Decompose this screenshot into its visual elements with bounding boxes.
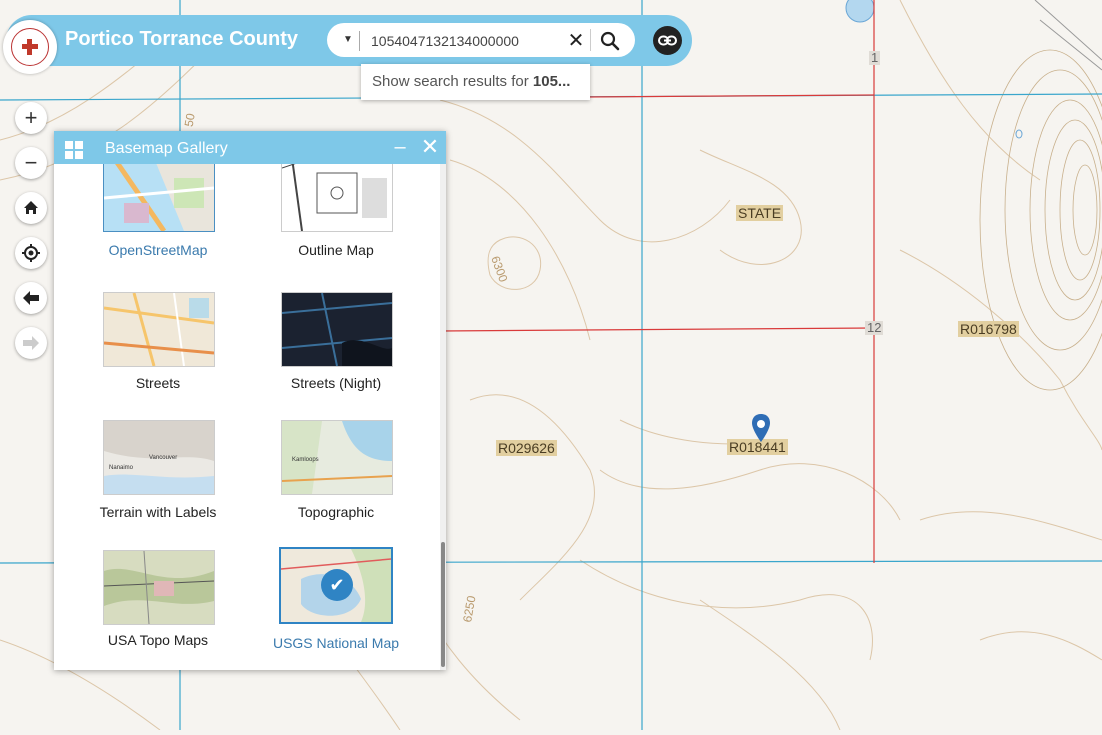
home-icon [24, 201, 38, 214]
basemap-thumbnail [281, 164, 393, 232]
basemap-item-streets-night[interactable]: Streets (Night) [251, 292, 421, 391]
clear-search-button[interactable]: ✕ [564, 29, 588, 53]
search-source-dropdown[interactable]: ▼ [339, 32, 357, 50]
svg-text:Nanaimo: Nanaimo [109, 465, 134, 471]
locate-icon [22, 244, 40, 262]
section-number: 12 [865, 320, 884, 335]
basemap-label: USGS National Map [272, 635, 400, 651]
checkmark-icon: ✔ [321, 569, 353, 601]
contour-label: 50 [181, 112, 198, 128]
basemap-item-outline[interactable]: Outline Map [251, 164, 421, 260]
basemap-thumbnail: Kamloops [281, 420, 393, 495]
basemap-thumbnail: ✔ [279, 547, 393, 624]
home-button[interactable] [15, 192, 47, 224]
scrollbar[interactable] [440, 164, 446, 670]
map-label-parcel: R029626 [496, 440, 557, 456]
basemap-label: Topographic [297, 504, 375, 520]
basemap-item-streets[interactable]: Streets [73, 292, 243, 391]
map-label-parcel: R016798 [958, 321, 1019, 337]
basemap-label: Outline Map [298, 242, 374, 258]
search-box: ▼ ✕ [327, 23, 635, 57]
basemap-thumbnail [103, 164, 215, 232]
basemap-item-topographic[interactable]: Kamloops Topographic [251, 420, 421, 540]
basemap-label: Streets [135, 375, 181, 391]
basemap-thumbnail [103, 550, 215, 625]
basemap-item-usa-topo[interactable]: USA Topo Maps [73, 549, 243, 649]
basemap-thumbnail: Nanaimo Vancouver [103, 420, 215, 495]
basemap-label: Streets (Night) [290, 375, 382, 391]
search-suggestion[interactable]: Show search results for 105... [361, 64, 590, 100]
basemap-label: USA Topo Maps [107, 632, 209, 648]
search-icon [600, 31, 620, 51]
section-number: 1 [869, 50, 881, 65]
basemap-list[interactable]: OpenStreetMap Outline Map Streets Street… [54, 164, 438, 670]
arrow-right-icon [23, 336, 39, 350]
zoom-out-button[interactable]: − [15, 147, 47, 179]
panel-title: Basemap Gallery [105, 140, 228, 157]
basemap-thumbnail [281, 292, 393, 367]
map-pin-icon[interactable] [751, 414, 771, 444]
panel-header[interactable]: Basemap Gallery – ✕ [54, 131, 446, 164]
basemap-label: OpenStreetMap [108, 242, 208, 258]
close-button[interactable]: ✕ [418, 135, 442, 159]
basemap-thumbnail [103, 292, 215, 367]
basemap-item-usgs-national[interactable]: ✔ USGS National Map [251, 547, 421, 669]
search-button[interactable] [598, 29, 622, 53]
grid-icon [65, 141, 83, 159]
svg-text:Kamloops: Kamloops [292, 457, 319, 463]
map-label-state: STATE [736, 205, 784, 221]
scrollbar-thumb[interactable] [441, 542, 445, 667]
minimize-button[interactable]: – [390, 135, 410, 159]
share-link-button[interactable] [653, 26, 682, 55]
county-seal-icon [11, 28, 49, 66]
search-input[interactable] [369, 29, 558, 53]
arrow-left-icon [23, 291, 39, 305]
zoom-in-button[interactable]: + [15, 102, 47, 134]
locate-button[interactable] [15, 237, 47, 269]
svg-text:Vancouver: Vancouver [149, 455, 177, 461]
county-logo[interactable] [3, 20, 57, 74]
basemap-item-terrain[interactable]: Nanaimo Vancouver Terrain with Labels [73, 420, 243, 540]
basemap-label: Terrain with Labels [99, 504, 217, 520]
forward-button[interactable] [15, 327, 47, 359]
basemap-gallery-panel: Basemap Gallery – ✕ OpenStreetMap Outlin… [54, 131, 446, 670]
back-button[interactable] [15, 282, 47, 314]
link-icon [658, 35, 677, 46]
app-title: Portico Torrance County [65, 28, 298, 50]
basemap-item-openstreetmap[interactable]: OpenStreetMap [73, 164, 243, 260]
